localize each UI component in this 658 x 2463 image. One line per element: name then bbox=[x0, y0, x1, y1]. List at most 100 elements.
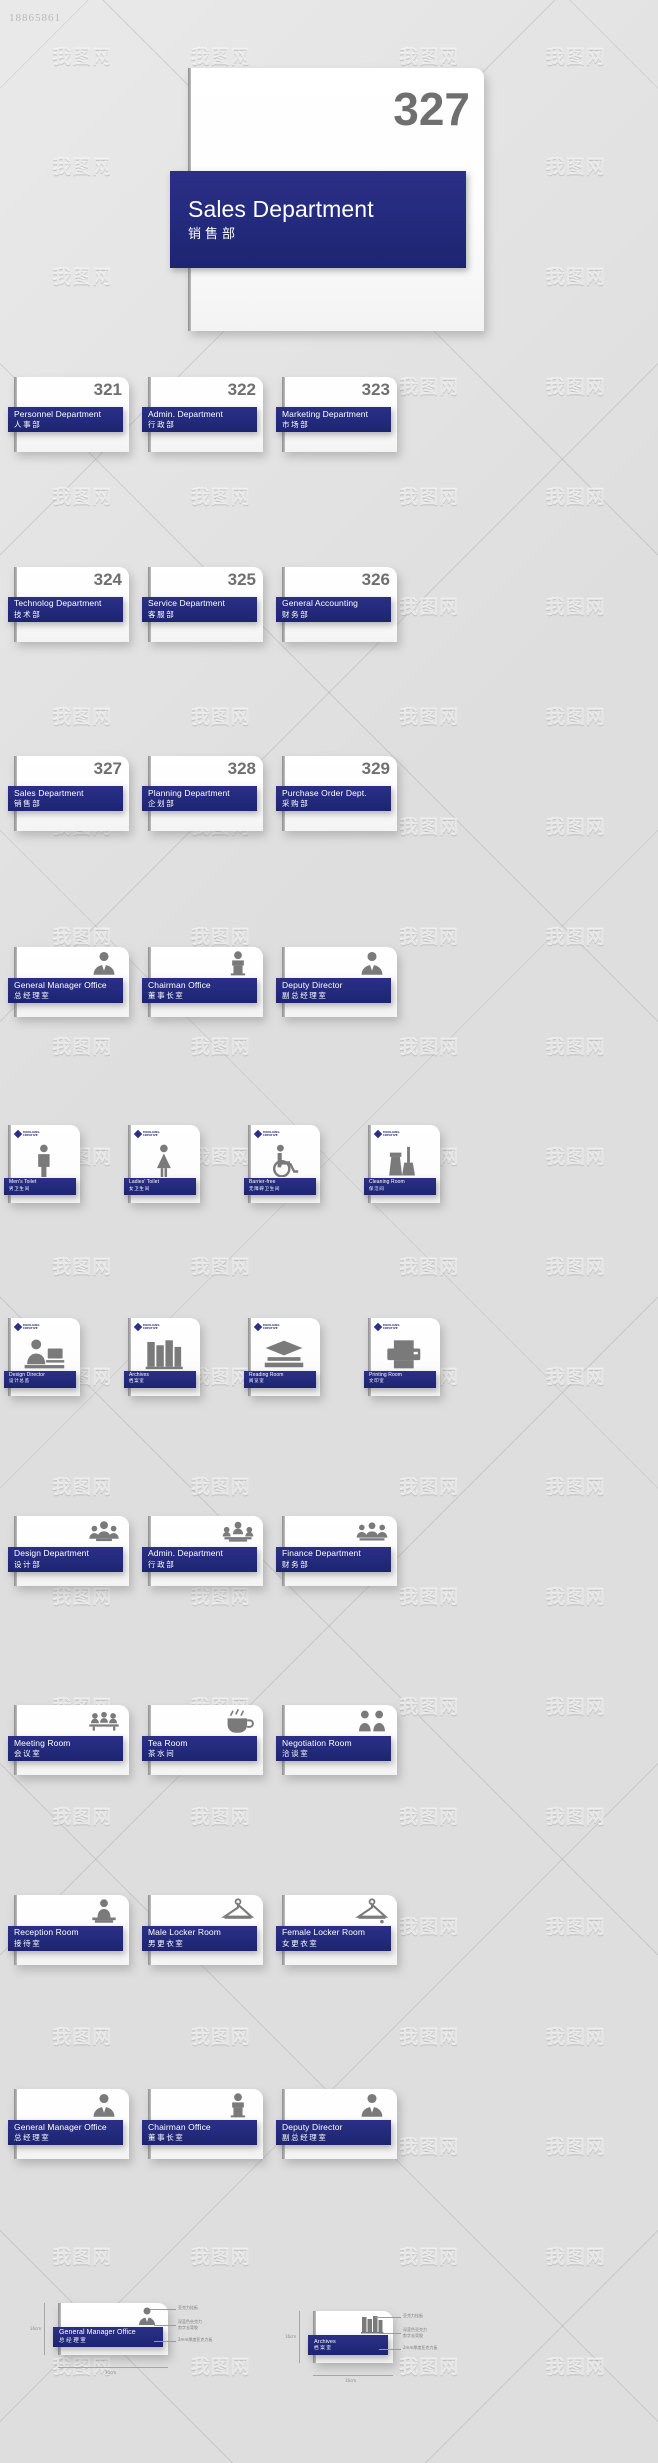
numbered-sign-label-en: Service Department bbox=[148, 598, 225, 609]
hero-sign-plate[interactable]: 327 Sales Department 销售部 bbox=[170, 68, 484, 331]
spec-dimension-width-label: 16cm bbox=[345, 2378, 357, 2384]
numbered-sign-label-cn: 行政部 bbox=[148, 420, 176, 430]
watermark-text: 我图网 bbox=[545, 45, 606, 68]
watermark-text: 我图网 bbox=[399, 595, 460, 618]
room-number: 328 bbox=[227, 759, 256, 779]
service-sign-card[interactable]: Female Locker Room 女更衣室 bbox=[276, 1894, 397, 1965]
numbered-sign-band: Admin. Department 行政部 bbox=[142, 407, 257, 433]
service-sign-card[interactable]: Reception Room 接待室 bbox=[8, 1894, 129, 1965]
toilet-sign-card[interactable]: MOULIANG CREATIVE Cleaning Room 保洁间 bbox=[364, 1124, 440, 1203]
exec-sign-band: Deputy Director 副总经理室 bbox=[276, 2120, 391, 2146]
facility-sign-band: Archives 档案室 bbox=[124, 1370, 196, 1388]
spec-dimension-vertical bbox=[44, 2302, 45, 2355]
businessman-icon bbox=[355, 950, 389, 976]
room-number: 329 bbox=[361, 759, 390, 779]
watermark-text: 我图网 bbox=[545, 265, 606, 288]
service-sign-band: Reception Room 接待室 bbox=[8, 1925, 123, 1951]
numbered-sign-label-en: Planning Department bbox=[148, 787, 230, 798]
numbered-sign-card[interactable]: 322 Admin. Department 行政部 bbox=[142, 377, 263, 453]
watermark-text: 我图网 bbox=[545, 1255, 606, 1278]
toilet-sign-card[interactable]: MOULIANG CREATIVE Ladies' Toilet 女卫生间 bbox=[124, 1124, 200, 1203]
watermark-text: 我图网 bbox=[52, 155, 113, 178]
service-sign-card[interactable]: Male Locker Room 男更衣室 bbox=[142, 1894, 263, 1965]
exec-sign-card[interactable]: Deputy Director 副总经理室 bbox=[276, 2089, 397, 2160]
facility-sign-card[interactable]: MOULIANG CREATIVE Design Director 设计总监 bbox=[4, 1317, 80, 1396]
exec-sign-card[interactable]: Chairman Office 董事长室 bbox=[142, 2089, 263, 2160]
facility-sign-card[interactable]: MOULIANG CREATIVE Archives 档案室 bbox=[124, 1317, 200, 1396]
numbered-sign-card[interactable]: 321 Personnel Department 人事部 bbox=[8, 377, 129, 453]
numbered-sign-label-en: Marketing Department bbox=[282, 408, 369, 419]
numbered-sign-band: Marketing Department 市场部 bbox=[276, 407, 391, 433]
spec-callout-text: 2mm厚度亚克力板 bbox=[403, 2345, 438, 2351]
spec-leader-line bbox=[375, 2317, 401, 2319]
toilet-sign-label-en: Men's Toilet bbox=[9, 1179, 37, 1186]
facility-sign-card[interactable]: MOULIANG CREATIVE Printing Room 文印室 bbox=[364, 1317, 440, 1396]
watermark-text: 我图网 bbox=[52, 265, 113, 288]
dept-sign-band: Design Department 设计部 bbox=[8, 1546, 123, 1572]
watermark-text: 我图网 bbox=[399, 1035, 460, 1058]
toilet-sign-card[interactable]: MOULIANG CREATIVE Barrier-free 无障碍卫生间 bbox=[244, 1124, 320, 1203]
numbered-sign-card[interactable]: 324 Technolog Department 技术部 bbox=[8, 566, 129, 642]
spec-sign-plate[interactable]: General Manager Office 总经理室 bbox=[53, 2302, 168, 2355]
room-sign-band: Tea Room 茶水间 bbox=[142, 1736, 257, 1762]
spec-leader-line bbox=[150, 2308, 176, 2310]
toilet-sign-band: Barrier-free 无障碍卫生间 bbox=[244, 1177, 316, 1195]
exec-sign-band: Chairman Office 董事长室 bbox=[142, 2120, 257, 2146]
numbered-sign-band: Purchase Order Dept. 采购部 bbox=[276, 786, 391, 812]
watermark-text: 我图网 bbox=[545, 925, 606, 948]
watermark-text: 我图网 bbox=[52, 925, 113, 948]
numbered-sign-card[interactable]: 327 Sales Department 销售部 bbox=[8, 756, 129, 832]
spec-callout-text: 亚克力挂板 bbox=[403, 2313, 423, 2319]
spec-callout-text: 2mm厚度亚克力板 bbox=[178, 2336, 213, 2342]
watermark-text: 我图网 bbox=[545, 815, 606, 838]
numbered-sign-band: Personnel Department 人事部 bbox=[8, 407, 123, 433]
room-sign-card[interactable]: Meeting Room 会议室 bbox=[8, 1705, 129, 1776]
spec-leader-line bbox=[154, 2340, 176, 2342]
three-people-icon bbox=[87, 1519, 121, 1545]
spec-sign-band: General Manager Office 总经理室 bbox=[53, 2326, 163, 2347]
watermark-text: 我图网 bbox=[399, 705, 460, 728]
numbered-sign-card[interactable]: 323 Marketing Department 市场部 bbox=[276, 377, 397, 453]
dept-sign-card[interactable]: Finance Department 财务部 bbox=[276, 1515, 397, 1586]
room-sign-band: Negotiation Room 洽谈室 bbox=[276, 1736, 391, 1762]
spec-sign-label-en: Archives bbox=[314, 2338, 336, 2345]
toilet-sign-card[interactable]: MOULIANG CREATIVE Men's Toilet 男卫生间 bbox=[4, 1124, 80, 1203]
numbered-sign-card[interactable]: 325 Service Department 客服部 bbox=[142, 566, 263, 642]
numbered-sign-label-en: Technolog Department bbox=[14, 598, 102, 609]
toilet-sign-label-cn: 女卫生间 bbox=[129, 1186, 150, 1192]
exec-sign-card[interactable]: General Manager Office 总经理室 bbox=[8, 947, 129, 1018]
exec-sign-card[interactable]: Deputy Director 副总经理室 bbox=[276, 947, 397, 1018]
watermark-text: 我图网 bbox=[399, 2025, 460, 2048]
numbered-sign-label-cn: 市场部 bbox=[282, 420, 310, 430]
dept-sign-card[interactable]: Admin. Department 行政部 bbox=[142, 1515, 263, 1586]
exec-sign-label-en: Deputy Director bbox=[282, 979, 343, 990]
facility-sign-card[interactable]: MOULIANG CREATIVE Reading Room 阅览室 bbox=[244, 1317, 320, 1396]
numbered-sign-band: General Accounting 财务部 bbox=[276, 596, 391, 622]
hero-room-number: 327 bbox=[393, 83, 470, 135]
spec-dimension-height-label: 16cm bbox=[285, 2334, 297, 2340]
exec-sign-card[interactable]: General Manager Office 总经理室 bbox=[8, 2089, 129, 2160]
spec-sign-label-cn: 总经理室 bbox=[59, 2337, 88, 2344]
exec-sign-card[interactable]: Chairman Office 董事长室 bbox=[142, 947, 263, 1018]
spec-dimension-vertical bbox=[299, 2311, 300, 2364]
brand-logo: MOULIANG CREATIVE bbox=[373, 1129, 400, 1139]
numbered-sign-card[interactable]: 329 Purchase Order Dept. 采购部 bbox=[276, 756, 397, 832]
toilet-sign-band: Cleaning Room 保洁间 bbox=[364, 1177, 436, 1195]
exec-sign-label-en: Chairman Office bbox=[148, 2121, 211, 2132]
dept-sign-card[interactable]: Design Department 设计部 bbox=[8, 1515, 129, 1586]
brand-logo-text: MOULIANG CREATIVE bbox=[143, 1130, 160, 1137]
exec-sign-label-cn: 总经理室 bbox=[14, 2133, 51, 2143]
room-sign-card[interactable]: Negotiation Room 洽谈室 bbox=[276, 1705, 397, 1776]
numbered-sign-card[interactable]: 326 General Accounting 财务部 bbox=[276, 566, 397, 642]
dept-sign-band: Finance Department 财务部 bbox=[276, 1546, 391, 1572]
service-sign-label-en: Reception Room bbox=[14, 1927, 79, 1938]
diamond-icon bbox=[373, 1322, 383, 1332]
diamond-icon bbox=[133, 1322, 143, 1332]
brand-logo-text: MOULIANG CREATIVE bbox=[263, 1323, 280, 1330]
room-sign-card[interactable]: Tea Room 茶水间 bbox=[142, 1705, 263, 1776]
spec-sign-plate[interactable]: Archives 档案室 bbox=[308, 2311, 393, 2364]
watermark-text: 我图网 bbox=[190, 2245, 251, 2268]
dept-sign-label-en: Admin. Department bbox=[148, 1548, 223, 1559]
numbered-sign-card[interactable]: 328 Planning Department 企划部 bbox=[142, 756, 263, 832]
watermark-text: 我图网 bbox=[545, 1805, 606, 1828]
